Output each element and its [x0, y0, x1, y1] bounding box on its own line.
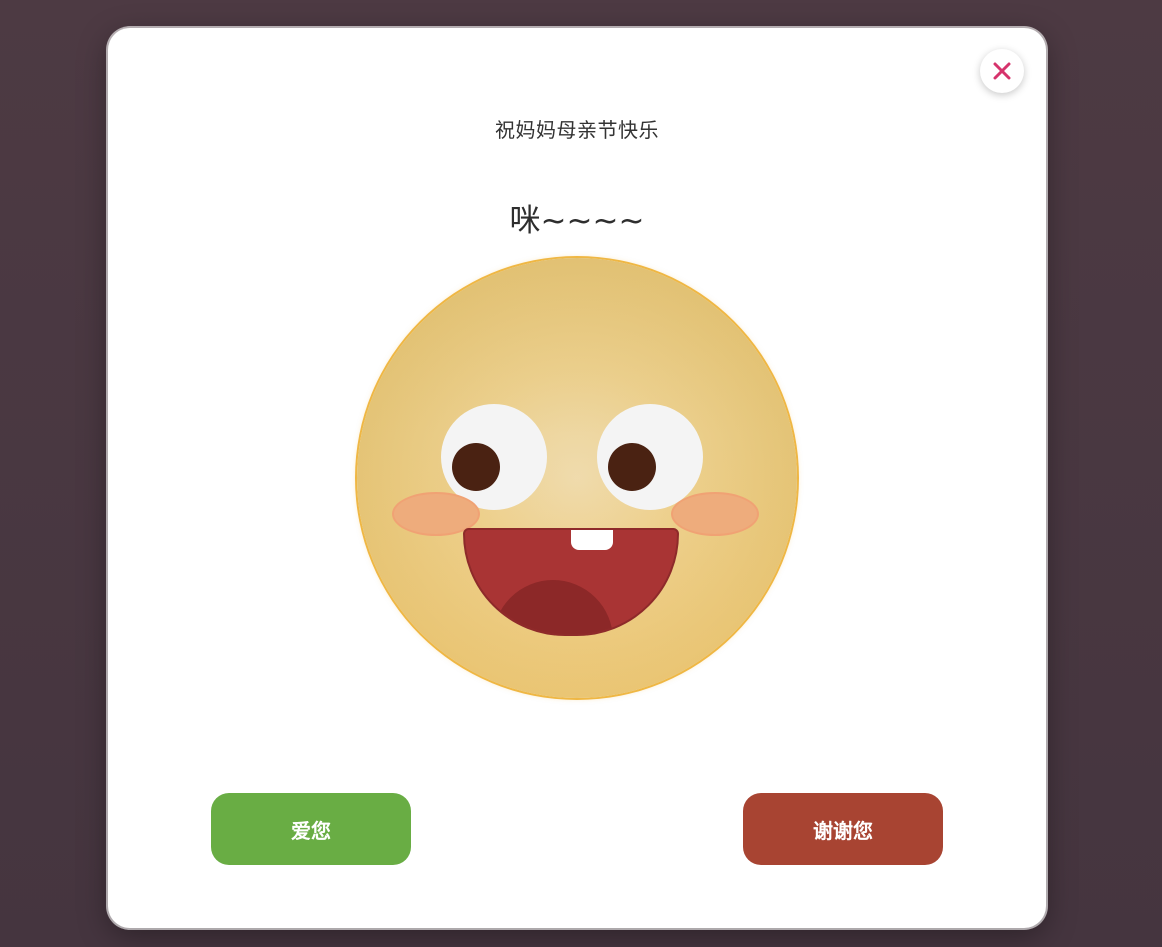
thank-you-button[interactable]: 谢谢您 [743, 793, 943, 865]
tooth [571, 530, 613, 550]
close-button[interactable] [980, 49, 1024, 93]
right-cheek [671, 492, 759, 536]
close-icon [993, 62, 1011, 80]
dialog-subtitle: 咪~~~~ [509, 203, 645, 239]
left-pupil [452, 443, 500, 491]
dialog-title: 祝妈妈母亲节快乐 [495, 118, 659, 142]
love-you-button[interactable]: 爱您 [211, 793, 411, 865]
greeting-dialog: 祝妈妈母亲节快乐 咪~~~~ 爱您 谢谢您 [108, 28, 1046, 928]
right-eye [597, 404, 703, 510]
right-pupil [608, 443, 656, 491]
smiling-face-icon [357, 258, 797, 698]
tongue [493, 580, 613, 634]
